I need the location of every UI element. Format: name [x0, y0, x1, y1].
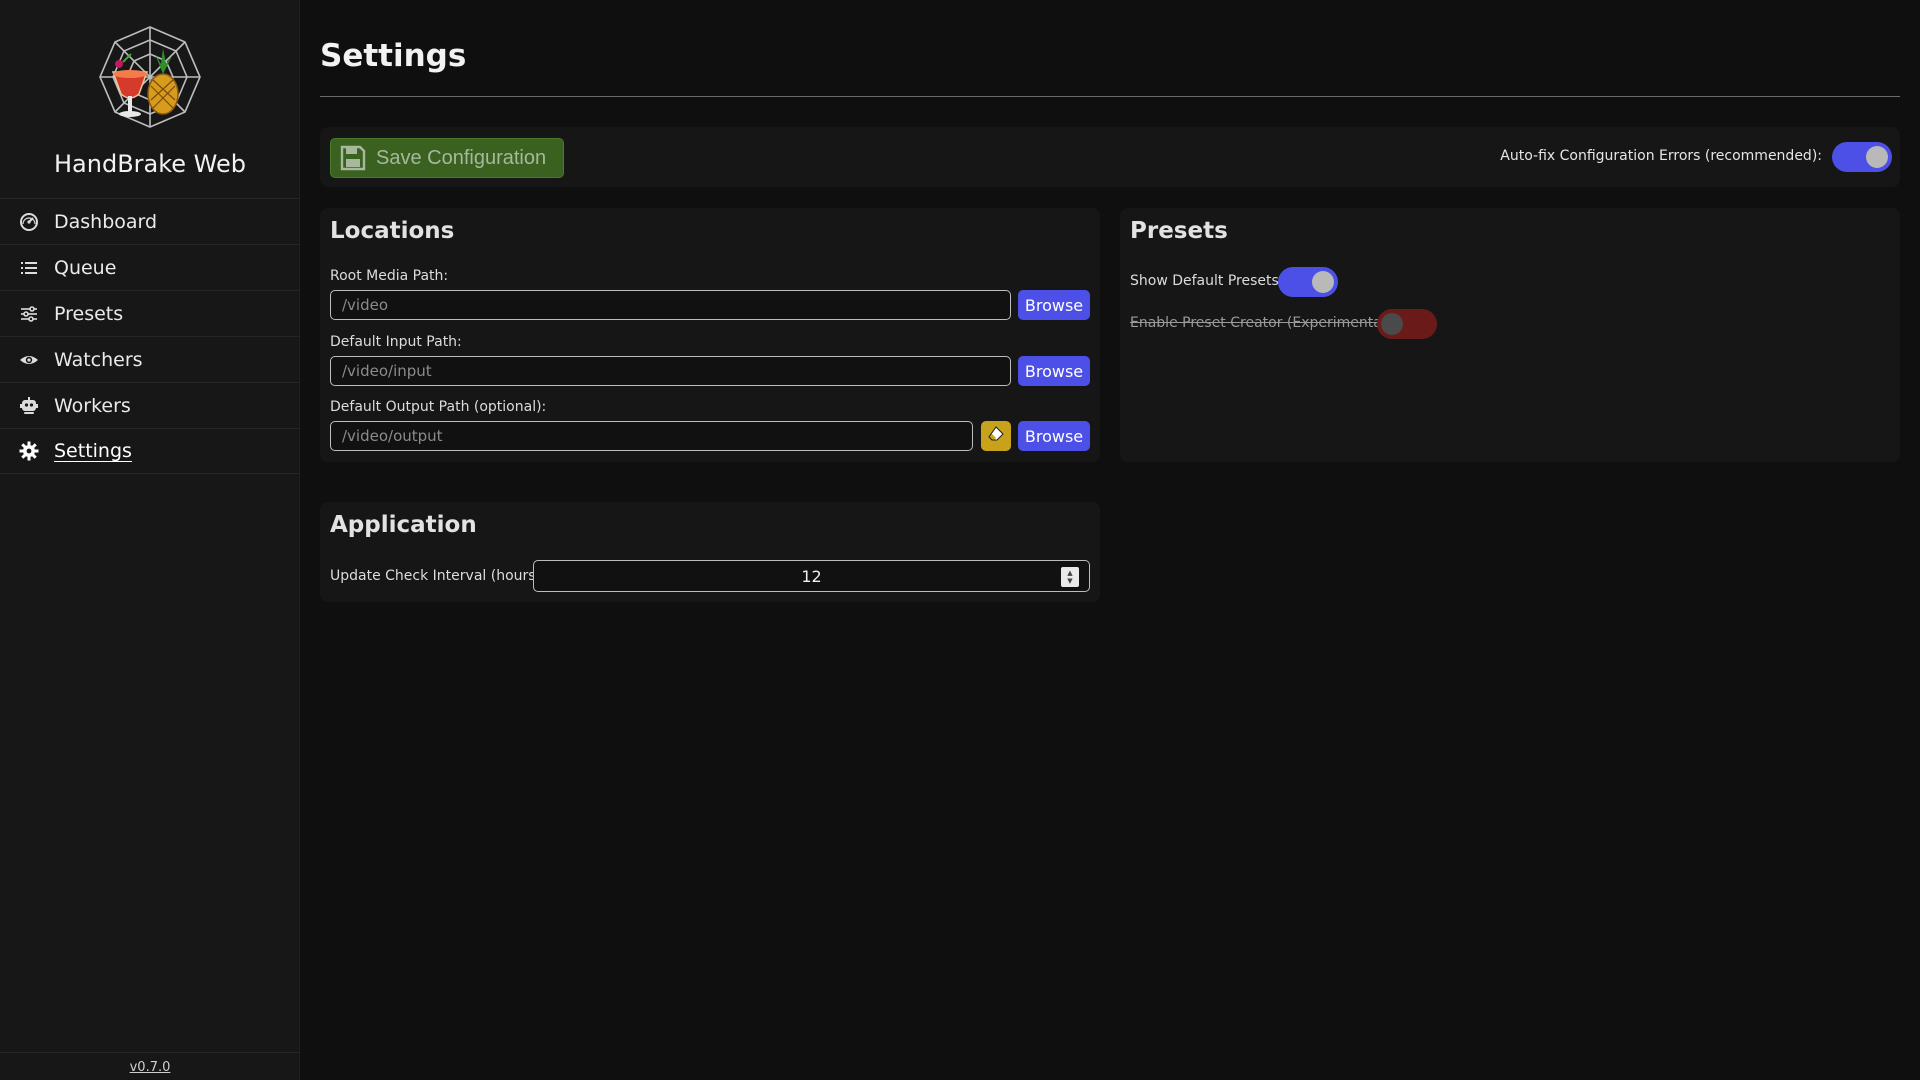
show-default-presets-label: Show Default Presets: — [1130, 273, 1284, 289]
sidebar-item-label: Queue — [54, 256, 117, 279]
root-media-path-input[interactable]: /video — [330, 290, 1011, 320]
update-interval-input[interactable]: 12 ▲ ▼ — [533, 560, 1090, 592]
sidebar: HandBrake Web Dashboard Queue Presets Wa… — [0, 0, 300, 1080]
preset-creator-toggle[interactable] — [1377, 309, 1437, 339]
gear-icon — [18, 440, 40, 462]
default-input-path-label: Default Input Path: — [330, 334, 462, 350]
sidebar-item-label: Watchers — [54, 348, 143, 371]
application-card: Application Update Check Interval (hours… — [320, 502, 1100, 602]
show-default-presets-toggle[interactable] — [1278, 267, 1338, 297]
toggle-knob — [1312, 271, 1334, 293]
autofix-label: Auto-fix Configuration Errors (recommend… — [1500, 148, 1822, 164]
presets-title: Presets — [1130, 218, 1228, 244]
chevron-up-icon: ▲ — [1067, 569, 1073, 577]
chevron-down-icon: ▼ — [1067, 577, 1073, 585]
handbrake-logo-icon — [97, 24, 203, 130]
app-title: HandBrake Web — [54, 150, 246, 178]
autofix-toggle[interactable] — [1832, 142, 1892, 172]
robot-icon — [18, 395, 40, 417]
sliders-icon — [18, 303, 40, 325]
default-output-path-label: Default Output Path (optional): — [330, 399, 547, 415]
version-link[interactable]: v0.7.0 — [0, 1052, 300, 1075]
default-output-browse-button[interactable]: Browse — [1018, 421, 1090, 451]
gauge-icon — [18, 211, 40, 233]
root-media-path-label: Root Media Path: — [330, 268, 449, 284]
save-configuration-button[interactable]: Save Configuration — [330, 138, 564, 178]
number-spinner[interactable]: ▲ ▼ — [1061, 567, 1079, 587]
page-title: Settings — [320, 38, 467, 74]
sidebar-item-presets[interactable]: Presets — [0, 290, 300, 336]
save-button-label: Save Configuration — [376, 146, 547, 169]
locations-card: Locations Root Media Path: /video Browse… — [320, 208, 1100, 462]
update-interval-label: Update Check Interval (hours): — [330, 568, 546, 584]
sidebar-item-label: Settings — [54, 440, 132, 462]
sidebar-item-watchers[interactable]: Watchers — [0, 336, 300, 382]
default-output-path-input[interactable]: /video/output — [330, 421, 973, 451]
sidebar-item-label: Presets — [54, 302, 124, 325]
sidebar-item-dashboard[interactable]: Dashboard — [0, 198, 300, 244]
sidebar-item-workers[interactable]: Workers — [0, 382, 300, 428]
locations-title: Locations — [330, 218, 455, 244]
default-input-browse-button[interactable]: Browse — [1018, 356, 1090, 386]
toggle-knob — [1866, 146, 1888, 168]
clear-output-path-button[interactable] — [981, 421, 1011, 451]
root-media-browse-button[interactable]: Browse — [1018, 290, 1090, 320]
floppy-disk-icon — [340, 145, 366, 171]
list-icon — [18, 257, 40, 279]
eye-icon — [18, 349, 40, 371]
sidebar-nav: Dashboard Queue Presets Watchers Workers — [0, 198, 300, 474]
eraser-icon — [987, 425, 1005, 447]
update-interval-value: 12 — [801, 566, 822, 586]
default-input-path-input[interactable]: /video/input — [330, 356, 1011, 386]
toggle-knob — [1381, 313, 1403, 335]
presets-card: Presets Show Default Presets: Enable Pre… — [1120, 208, 1900, 462]
title-divider — [320, 96, 1900, 97]
settings-toolbar: Save Configuration Auto-fix Configuratio… — [320, 127, 1900, 187]
sidebar-item-label: Workers — [54, 394, 131, 417]
sidebar-item-queue[interactable]: Queue — [0, 244, 300, 290]
application-title: Application — [330, 512, 477, 538]
sidebar-item-settings[interactable]: Settings — [0, 428, 300, 474]
preset-creator-label: Enable Preset Creator (Experimental): — [1130, 315, 1396, 331]
sidebar-item-label: Dashboard — [54, 210, 158, 233]
